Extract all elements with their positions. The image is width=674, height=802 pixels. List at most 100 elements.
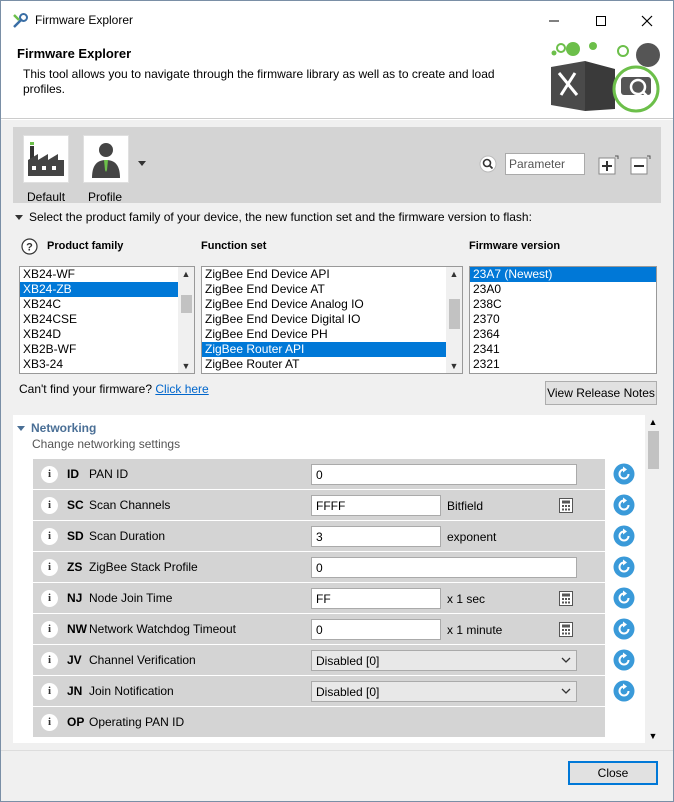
default-label: Default (27, 190, 66, 204)
scroll-down-icon[interactable]: ▼ (178, 359, 194, 373)
setting-value-input[interactable]: 0 (311, 557, 577, 578)
setting-row: i SC Scan Channels FFFF Bitfield (33, 490, 605, 521)
scroll-up-icon[interactable]: ▲ (446, 267, 462, 281)
firmware-version-item[interactable]: 2321 (470, 357, 656, 372)
default-profile-button[interactable] (23, 135, 69, 183)
product-family-list[interactable]: XB24-WF XB24-ZB XB24C XB24CSE XB24D XB2B-WF XB… (19, 266, 195, 374)
firmware-version-item[interactable]: 2364 (470, 327, 656, 342)
info-icon[interactable]: i (41, 466, 58, 483)
firmware-version-item[interactable]: 2341 (470, 342, 656, 357)
calculator-icon[interactable] (559, 622, 573, 637)
setting-value-input[interactable]: 0 (311, 464, 577, 485)
function-set-scrollbar[interactable]: ▲ ▼ (446, 267, 462, 373)
scroll-down-icon[interactable]: ▼ (645, 729, 661, 743)
info-icon[interactable]: i (41, 590, 58, 607)
refresh-icon[interactable] (613, 525, 635, 547)
function-set-item[interactable]: ZigBee Router AT (202, 357, 462, 372)
setting-label: PAN ID (89, 467, 129, 481)
profile-button[interactable] (83, 135, 129, 183)
firmware-version-item[interactable]: 2370 (470, 312, 656, 327)
product-family-item[interactable]: XB3-24 (20, 357, 194, 372)
product-family-header: Product family (47, 240, 124, 252)
info-icon[interactable]: i (41, 497, 58, 514)
click-here-link[interactable]: Click here (155, 382, 208, 396)
scroll-thumb[interactable] (449, 299, 460, 329)
function-set-header: Function set (201, 240, 267, 252)
setting-label: Scan Channels (89, 498, 171, 512)
firmware-version-item[interactable]: 23A7 (Newest) (470, 267, 656, 282)
setting-code: ZS (67, 560, 83, 574)
refresh-icon[interactable] (613, 680, 635, 702)
setting-row: i JV Channel Verification Disabled [0] (33, 645, 605, 676)
search-icon (479, 155, 497, 173)
calculator-icon[interactable] (559, 591, 573, 606)
function-set-list[interactable]: ZigBee End Device API ZigBee End Device A… (201, 266, 463, 374)
product-family-item[interactable]: XB24CSE (20, 312, 194, 327)
calculator-icon[interactable] (559, 498, 573, 513)
setting-value-input[interactable]: FFFF (311, 495, 441, 516)
firmware-version-item[interactable]: 238C (470, 297, 656, 312)
function-set-item[interactable]: ZigBee End Device AT (202, 282, 462, 297)
setting-unit: x 1 minute (447, 623, 503, 637)
info-icon[interactable]: i (41, 683, 58, 700)
product-family-item[interactable]: XB24D (20, 327, 194, 342)
refresh-icon[interactable] (613, 494, 635, 516)
scroll-thumb[interactable] (648, 431, 659, 469)
product-family-item[interactable]: XB24-WF (20, 267, 194, 282)
info-icon[interactable]: i (41, 652, 58, 669)
networking-settings-rows: i ID PAN ID 0 i SC Scan Channels FFFF Bitfield i S… (33, 459, 605, 738)
chevron-down-icon (561, 657, 571, 663)
refresh-icon[interactable] (613, 649, 635, 671)
setting-value-select[interactable]: Disabled [0] (311, 681, 577, 702)
product-family-scrollbar[interactable]: ▲ ▼ (178, 267, 194, 373)
function-set-item[interactable]: ZigBee End Device PH (202, 327, 462, 342)
close-button[interactable]: Close (568, 761, 658, 785)
collapse-triangle-icon[interactable] (17, 426, 25, 432)
setting-value-input[interactable]: 0 (311, 619, 441, 640)
info-icon[interactable]: i (41, 559, 58, 576)
refresh-icon[interactable] (613, 556, 635, 578)
product-family-item[interactable]: XB2B-WF (20, 342, 194, 357)
info-icon[interactable]: i (41, 528, 58, 545)
setting-row: i NJ Node Join Time FF x 1 sec (33, 583, 605, 614)
firmware-version-list[interactable]: 23A7 (Newest) 23A0 238C 2370 2364 2341 2321 (469, 266, 657, 374)
collapse-all-icon[interactable] (629, 154, 651, 176)
setting-code: NW (67, 622, 87, 636)
product-family-item[interactable]: XB24C (20, 297, 194, 312)
setting-value-input[interactable]: 3 (311, 526, 441, 547)
maximize-button[interactable] (578, 7, 624, 35)
function-set-item[interactable]: ZigBee End Device Digital IO (202, 312, 462, 327)
minimize-button[interactable] (531, 7, 577, 35)
close-window-button[interactable] (624, 7, 670, 35)
profile-dropdown-icon[interactable] (138, 161, 146, 167)
firmware-version-item[interactable]: 23A0 (470, 282, 656, 297)
function-set-item[interactable]: ZigBee Router API (202, 342, 462, 357)
networking-section-title[interactable]: Networking (17, 421, 96, 435)
info-icon[interactable]: i (41, 714, 58, 731)
scroll-up-icon[interactable]: ▲ (178, 267, 194, 281)
settings-scrollbar[interactable]: ▲ ▼ (645, 415, 661, 743)
product-family-item[interactable]: XB24-ZB (20, 282, 194, 297)
parameter-search-input[interactable]: Parameter (505, 153, 585, 175)
setting-label: ZigBee Stack Profile (89, 560, 198, 574)
refresh-icon[interactable] (613, 587, 635, 609)
scroll-thumb[interactable] (181, 295, 192, 313)
help-icon[interactable]: ? (21, 238, 38, 255)
maximize-icon (596, 16, 606, 26)
setting-value-input[interactable]: FF (311, 588, 441, 609)
collapse-triangle-icon[interactable] (15, 215, 23, 221)
close-icon (641, 15, 653, 27)
function-set-item[interactable]: ZigBee End Device Analog IO (202, 297, 462, 312)
function-set-item[interactable]: ZigBee End Device API (202, 267, 462, 282)
view-release-notes-button[interactable]: View Release Notes (545, 381, 657, 405)
refresh-icon[interactable] (613, 463, 635, 485)
firmware-explorer-window: Firmware Explorer Firmware Explorer This… (0, 0, 674, 802)
expand-all-icon[interactable] (597, 154, 619, 176)
setting-value-select[interactable]: Disabled [0] (311, 650, 577, 671)
info-icon[interactable]: i (41, 621, 58, 638)
scroll-up-icon[interactable]: ▲ (645, 415, 661, 429)
setting-unit: Bitfield (447, 499, 484, 513)
refresh-icon[interactable] (613, 618, 635, 640)
cant-find-firmware: Can't find your firmware? Click here (19, 382, 209, 396)
scroll-down-icon[interactable]: ▼ (446, 359, 462, 373)
